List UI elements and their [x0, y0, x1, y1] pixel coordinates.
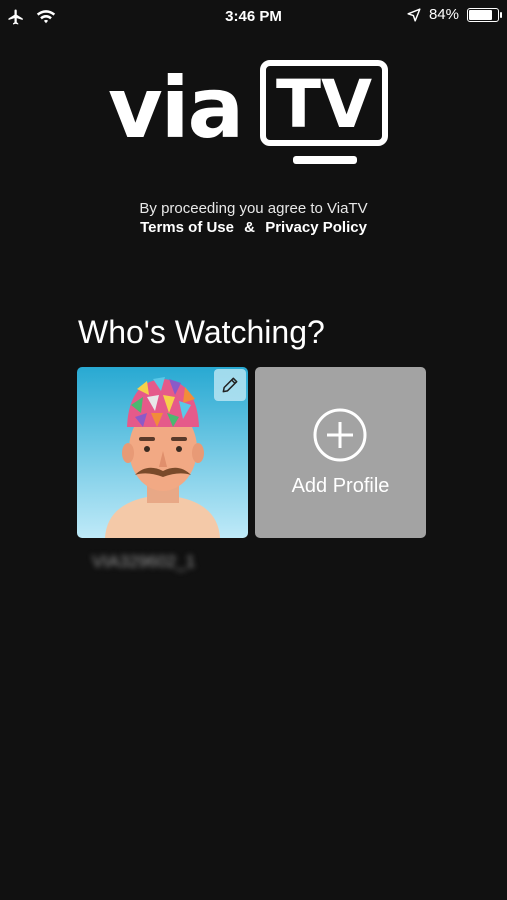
- profile-card[interactable]: [77, 367, 248, 538]
- logo-via-text: via: [108, 59, 244, 157]
- plus-circle-icon: [313, 408, 367, 462]
- status-right: 84%: [407, 6, 502, 23]
- page-title: Who's Watching?: [78, 314, 325, 350]
- privacy-policy-link[interactable]: Privacy Policy: [265, 219, 367, 236]
- status-bar: 3:46 PM 84%: [0, 0, 507, 34]
- location-arrow-icon: [407, 7, 421, 22]
- battery-fill: [469, 9, 492, 20]
- battery-percent: 84%: [428, 6, 459, 23]
- tv-stand: [293, 156, 357, 164]
- tv-screen-icon: TV: [260, 60, 388, 146]
- profile-name: VIA329602_1: [92, 552, 196, 571]
- viatv-logo: via TV: [108, 58, 398, 170]
- terms-of-use-link[interactable]: Terms of Use: [140, 219, 234, 236]
- pencil-icon: [222, 377, 238, 393]
- terms-intro: By proceeding you agree to ViaTV: [139, 200, 368, 217]
- edit-profile-button[interactable]: [214, 369, 246, 401]
- logo-tv-text: TV: [275, 66, 373, 143]
- add-profile-button[interactable]: Add Profile: [255, 367, 426, 538]
- battery-icon: [467, 7, 502, 22]
- terms-links: Terms of Use & Privacy Policy: [0, 219, 507, 236]
- terms-ampersand: &: [244, 219, 256, 236]
- add-profile-label: Add Profile: [291, 475, 390, 497]
